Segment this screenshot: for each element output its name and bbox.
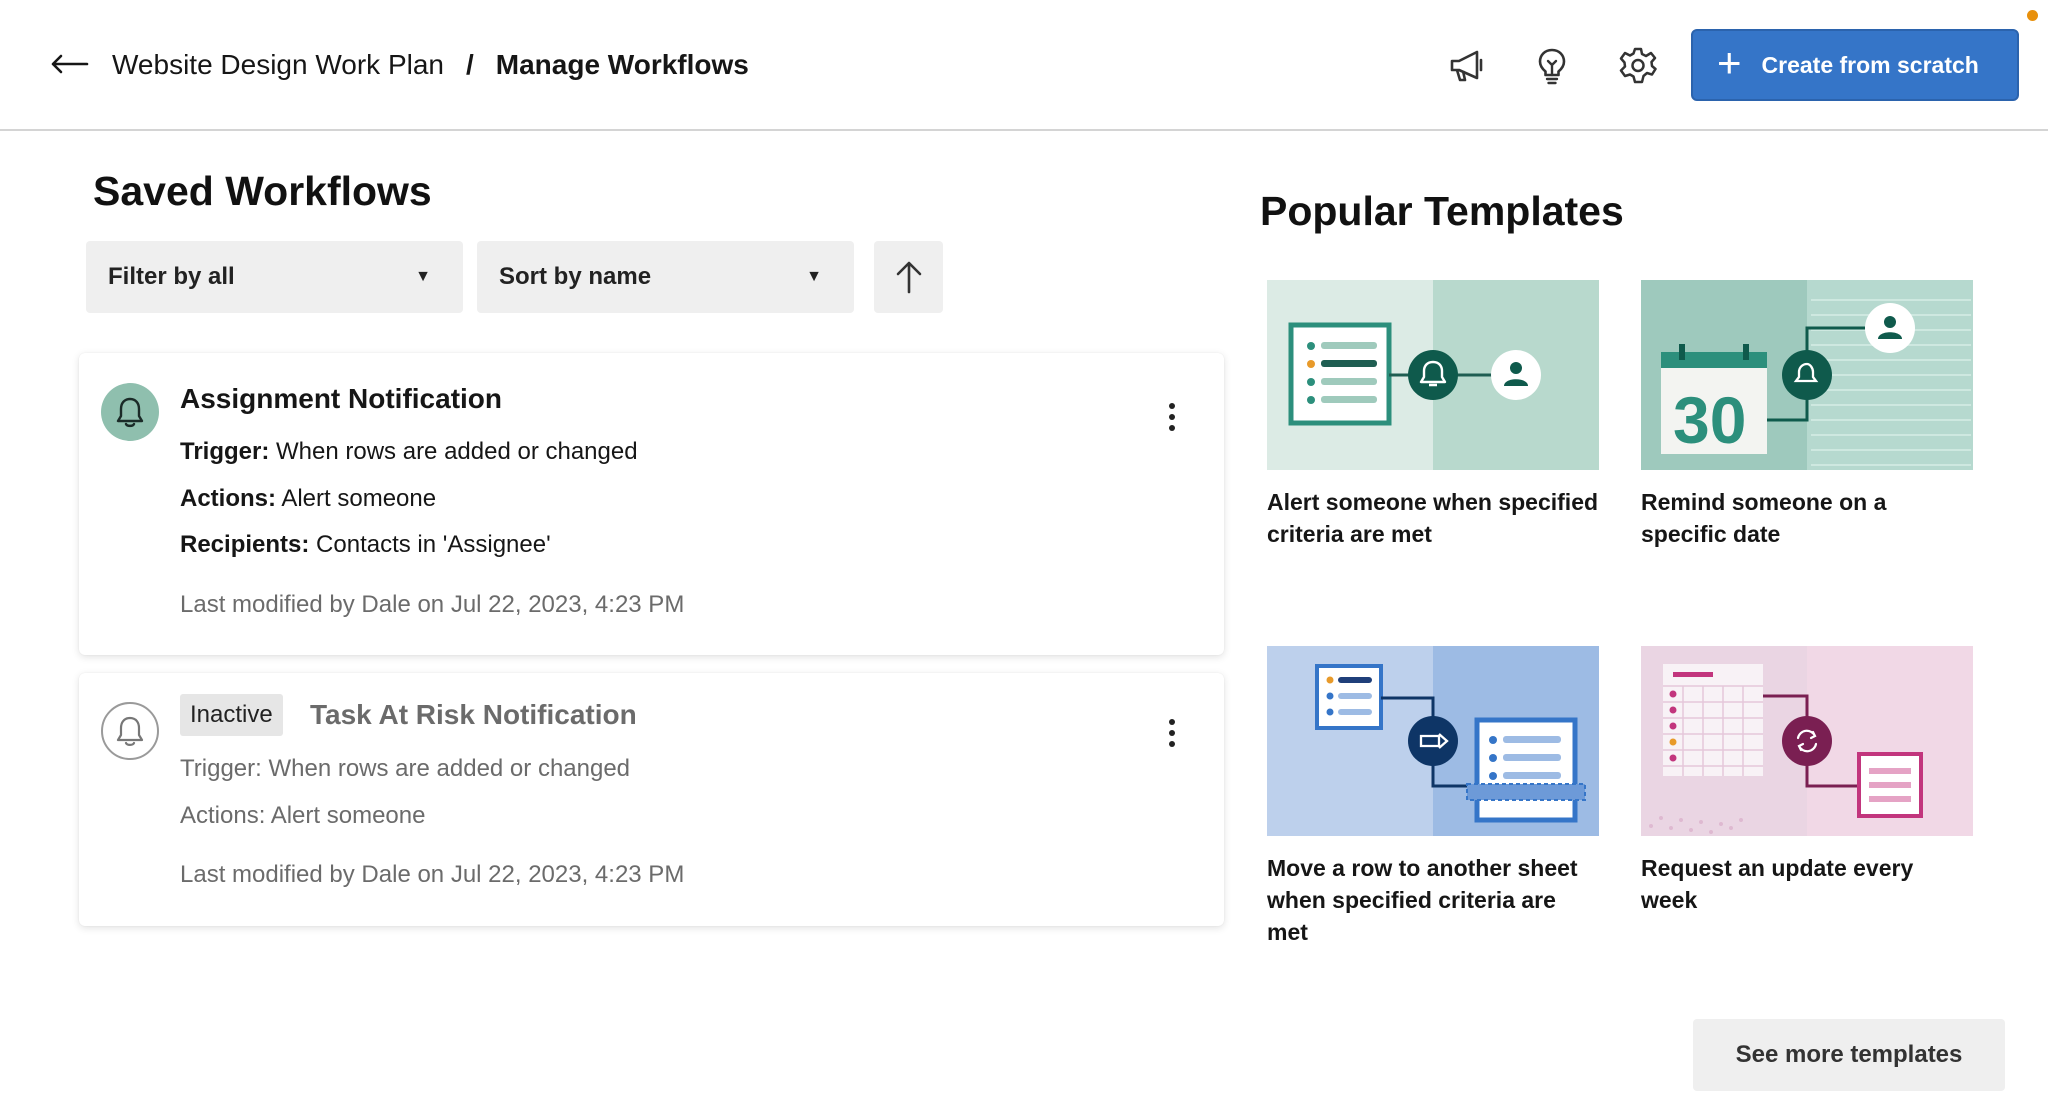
settings-button[interactable] bbox=[1612, 40, 1664, 92]
workflow-card-assignment-notification[interactable]: Assignment Notification Trigger: When ro… bbox=[79, 353, 1224, 655]
workflow-last-modified: Last modified by Dale on Jul 22, 2023, 4… bbox=[180, 591, 685, 618]
template-illustration bbox=[1641, 646, 1973, 836]
announcements-button[interactable] bbox=[1440, 40, 1492, 92]
template-alert-someone[interactable]: Alert someone when specified criteria ar… bbox=[1267, 280, 1599, 550]
template-remind-someone[interactable]: 30 Remind someone on a specific date bbox=[1641, 280, 1973, 550]
tips-button[interactable] bbox=[1526, 40, 1578, 92]
megaphone-icon bbox=[1450, 50, 1483, 82]
kebab-dot bbox=[1169, 414, 1175, 420]
template-illustration: 30 bbox=[1641, 280, 1973, 470]
more-options-button[interactable] bbox=[1160, 397, 1184, 437]
kebab-dot bbox=[1169, 719, 1175, 725]
calendar-date-number: 30 bbox=[1673, 383, 1746, 457]
breadcrumb: Website Design Work Plan / Manage Workfl… bbox=[112, 44, 749, 86]
saved-workflows-heading: Saved Workflows bbox=[93, 168, 432, 214]
kebab-dot bbox=[1169, 741, 1175, 747]
filter-select[interactable]: Filter by all ▼ bbox=[86, 241, 463, 313]
kebab-dot bbox=[1169, 403, 1175, 409]
workflow-name[interactable]: Task At Risk Notification bbox=[310, 699, 637, 731]
lightbulb-icon bbox=[1538, 48, 1566, 85]
bell-icon bbox=[116, 716, 144, 746]
workflow-recipients: Recipients: Contacts in 'Assignee' bbox=[180, 531, 551, 558]
sort-select-value: Sort by name bbox=[499, 263, 652, 290]
breadcrumb-separator: / bbox=[466, 49, 474, 80]
create-button-label: Create from scratch bbox=[1761, 51, 1979, 78]
caret-down-icon: ▼ bbox=[806, 268, 822, 285]
arrow-left-icon bbox=[51, 54, 89, 74]
workflow-trigger: Trigger: When rows are added or changed bbox=[180, 438, 638, 465]
notification-dot bbox=[2027, 10, 2038, 21]
plus-icon: + bbox=[1717, 39, 1742, 86]
filter-select-value: Filter by all bbox=[108, 263, 235, 290]
template-request-update[interactable]: Request an update every week bbox=[1641, 646, 1973, 916]
workflow-name[interactable]: Assignment Notification bbox=[180, 383, 502, 415]
workflow-status-avatar bbox=[101, 383, 159, 441]
create-from-scratch-button[interactable]: + Create from scratch bbox=[1691, 29, 2019, 101]
template-move-row[interactable]: Move a row to another sheet when specifi… bbox=[1267, 646, 1599, 948]
workflow-status-avatar bbox=[101, 702, 159, 760]
popular-templates-heading: Popular Templates bbox=[1260, 188, 1624, 234]
inactive-badge: Inactive bbox=[180, 694, 283, 736]
template-label: Request an update every week bbox=[1641, 855, 1914, 913]
see-more-templates-button[interactable]: See more templates bbox=[1693, 1019, 2005, 1091]
workflow-trigger: Trigger: When rows are added or changed bbox=[180, 755, 631, 782]
breadcrumb-parent-link[interactable]: Website Design Work Plan bbox=[112, 49, 444, 81]
workflow-actions: Actions: Alert someone bbox=[180, 802, 426, 829]
template-label: Move a row to another sheet when specifi… bbox=[1267, 855, 1578, 945]
gear-icon bbox=[1619, 47, 1657, 84]
template-label: Remind someone on a specific date bbox=[1641, 489, 1887, 547]
template-illustration bbox=[1267, 646, 1599, 836]
sort-select[interactable]: Sort by name ▼ bbox=[477, 241, 854, 313]
page-title: Manage Workflows bbox=[495, 49, 749, 80]
kebab-dot bbox=[1169, 425, 1175, 431]
top-header: Website Design Work Plan / Manage Workfl… bbox=[0, 0, 2048, 131]
caret-down-icon: ▼ bbox=[415, 268, 431, 285]
more-options-button[interactable] bbox=[1160, 713, 1184, 753]
sort-direction-button[interactable] bbox=[874, 241, 943, 313]
workflow-card-task-at-risk-notification[interactable]: Inactive Task At Risk Notification Trigg… bbox=[79, 673, 1224, 926]
template-label: Alert someone when specified criteria ar… bbox=[1267, 489, 1599, 547]
workflow-actions: Actions: Alert someone bbox=[180, 485, 437, 512]
kebab-dot bbox=[1169, 730, 1175, 736]
template-illustration bbox=[1267, 280, 1599, 470]
bell-icon bbox=[116, 397, 144, 428]
workflow-last-modified: Last modified by Dale on Jul 22, 2023, 4… bbox=[180, 861, 685, 888]
arrow-up-icon bbox=[896, 261, 921, 294]
back-button[interactable] bbox=[44, 44, 94, 84]
